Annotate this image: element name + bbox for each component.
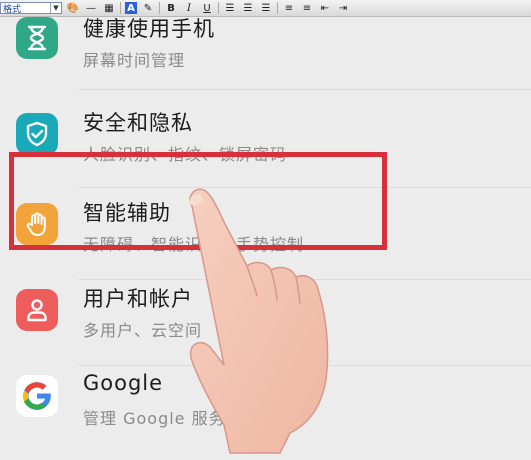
google-icon: [16, 375, 58, 417]
settings-item-title: 健康使用手机: [83, 17, 215, 41]
hourglass-icon: [16, 17, 58, 59]
settings-item-title: Google: [83, 371, 164, 395]
divider: [78, 89, 531, 90]
shield-icon: [16, 113, 58, 155]
user-icon: [16, 289, 58, 331]
pointing-hand-icon: [189, 188, 329, 454]
settings-item-title: 安全和隐私: [83, 111, 193, 135]
settings-item-digital-wellbeing[interactable]: 健康使用手机 屏幕时间管理: [0, 0, 531, 91]
settings-item-subtitle: 屏幕时间管理: [83, 51, 186, 70]
